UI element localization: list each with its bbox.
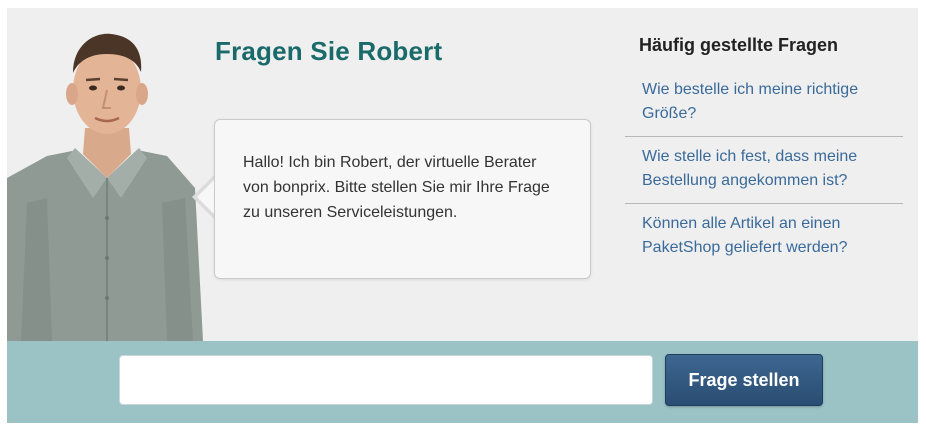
page-title: Fragen Sie Robert (215, 36, 443, 66)
faq-link-order-arrived[interactable]: Wie stelle ich fest, dass meine Bestellu… (642, 145, 895, 193)
faq-panel: Häufig gestellte Fragen Wie bestelle ich… (625, 34, 903, 270)
robert-avatar (7, 33, 203, 341)
question-input[interactable] (119, 355, 653, 405)
faq-item: Wie bestelle ich meine richtige Größe? (625, 70, 903, 137)
faq-item: Können alle Artikel an einen PaketShop g… (625, 204, 903, 270)
faq-list: Wie bestelle ich meine richtige Größe? W… (625, 70, 903, 270)
assistant-greeting: Hallo! Ich bin Robert, der virtuelle Ber… (243, 154, 550, 221)
faq-link-size[interactable]: Wie bestelle ich meine richtige Größe? (642, 78, 895, 126)
speech-bubble: Hallo! Ich bin Robert, der virtuelle Ber… (214, 119, 591, 279)
ask-question-button[interactable]: Frage stellen (665, 354, 823, 406)
faq-heading: Häufig gestellte Fragen (639, 35, 839, 55)
faq-item: Wie stelle ich fest, dass meine Bestellu… (625, 137, 903, 204)
faq-link-paketshop[interactable]: Können alle Artikel an einen PaketShop g… (642, 212, 895, 260)
speech-bubble-tail-fill (197, 180, 214, 214)
question-bar: Frage stellen (7, 341, 918, 423)
ask-robert-widget: Fragen Sie Robert Hallo! Ich bin Robert,… (7, 8, 918, 423)
